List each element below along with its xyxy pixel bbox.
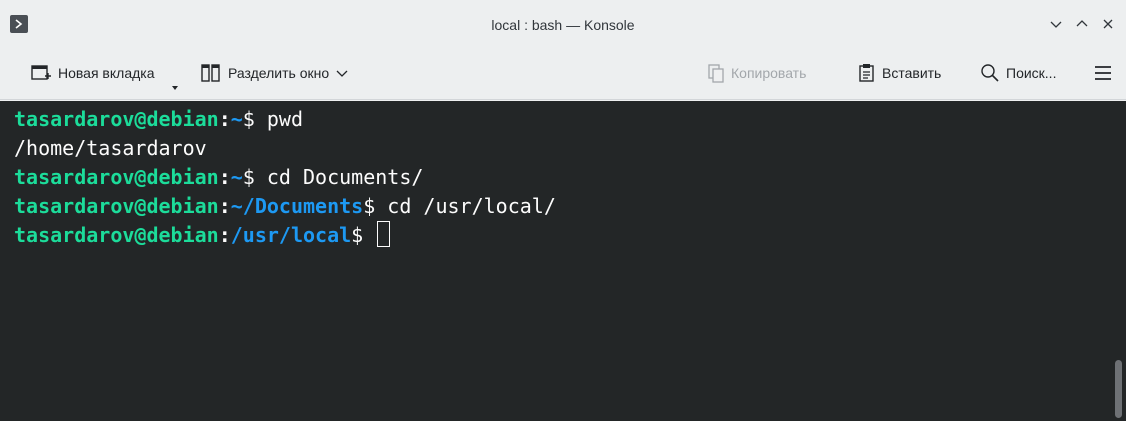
prompt-separator: :: [218, 107, 231, 131]
prompt-path: ~: [230, 107, 243, 131]
prompt-path: /usr/local: [230, 223, 352, 247]
split-view-label: Разделить окно: [228, 65, 330, 81]
search-label: Поиск...: [1006, 65, 1057, 81]
prompt-user-host: tasardarov@debian: [14, 194, 219, 218]
new-tab-button[interactable]: Новая вкладка: [30, 60, 178, 90]
copy-icon: [708, 64, 724, 83]
new-tab-label: Новая вкладка: [58, 65, 155, 81]
terminal-line: tasardarov@debian:/usr/local$: [14, 221, 1126, 250]
prompt-user-host: tasardarov@debian: [14, 107, 219, 131]
terminal-output[interactable]: tasardarov@debian:~$ pwd/home/tasardarov…: [0, 101, 1126, 421]
scrollbar-thumb[interactable]: [1115, 360, 1122, 418]
paste-label: Вставить: [882, 65, 942, 81]
hamburger-menu-button[interactable]: [1093, 60, 1113, 86]
close-button[interactable]: [1098, 14, 1118, 34]
prompt-path: ~: [230, 165, 243, 189]
split-view-icon: [201, 64, 220, 82]
close-icon: [1103, 19, 1113, 29]
chevron-down-icon: [336, 70, 348, 77]
text-cursor: [377, 221, 391, 247]
prompt-user-host: tasardarov@debian: [14, 223, 219, 247]
command-text: pwd: [266, 107, 304, 131]
terminal-line: tasardarov@debian:~$ cd Documents/: [14, 163, 1126, 192]
window-controls: [1046, 14, 1118, 34]
prompt-separator: :: [218, 165, 231, 189]
maximize-button[interactable]: [1072, 14, 1092, 34]
search-icon: [981, 64, 999, 82]
prompt-path: ~/Documents: [230, 194, 364, 218]
prompt-symbol: $: [242, 107, 267, 131]
window-title: local : bash — Konsole: [491, 17, 635, 33]
dropdown-arrow-icon: [172, 86, 178, 90]
paste-icon: [859, 64, 874, 82]
prompt-separator: :: [218, 223, 231, 247]
copy-button[interactable]: Копировать: [707, 60, 806, 86]
split-view-button[interactable]: Разделить окно: [200, 60, 349, 86]
prompt-user-host: tasardarov@debian: [14, 165, 219, 189]
chevron-down-icon: [1050, 21, 1062, 28]
new-tab-icon: [31, 65, 51, 80]
command-output: /home/tasardarov: [14, 136, 207, 160]
title-bar[interactable]: local : bash — Konsole: [0, 0, 1126, 48]
terminal-line: tasardarov@debian:~/Documents$ cd /usr/l…: [14, 192, 1126, 221]
copy-label: Копировать: [731, 65, 807, 81]
toolbar: Новая вкладка Разделить окно Копировать: [0, 48, 1126, 100]
terminal-line: /home/tasardarov: [14, 134, 1126, 163]
konsole-window: local : bash — Konsole Новая вкладка Раз…: [0, 0, 1126, 421]
hamburger-menu-icon: [1095, 66, 1111, 80]
chevron-up-icon: [1076, 20, 1088, 27]
minimize-button[interactable]: [1046, 14, 1066, 34]
prompt-symbol: $: [363, 194, 388, 218]
search-button[interactable]: Поиск...: [980, 60, 1056, 86]
prompt-separator: :: [218, 194, 231, 218]
prompt-symbol: $: [242, 165, 267, 189]
command-text: cd /usr/local/: [387, 194, 556, 218]
command-text: cd Documents/: [266, 165, 424, 189]
paste-button[interactable]: Вставить: [858, 60, 941, 86]
terminal-line: tasardarov@debian:~$ pwd: [14, 105, 1126, 134]
prompt-symbol: $: [351, 223, 376, 247]
